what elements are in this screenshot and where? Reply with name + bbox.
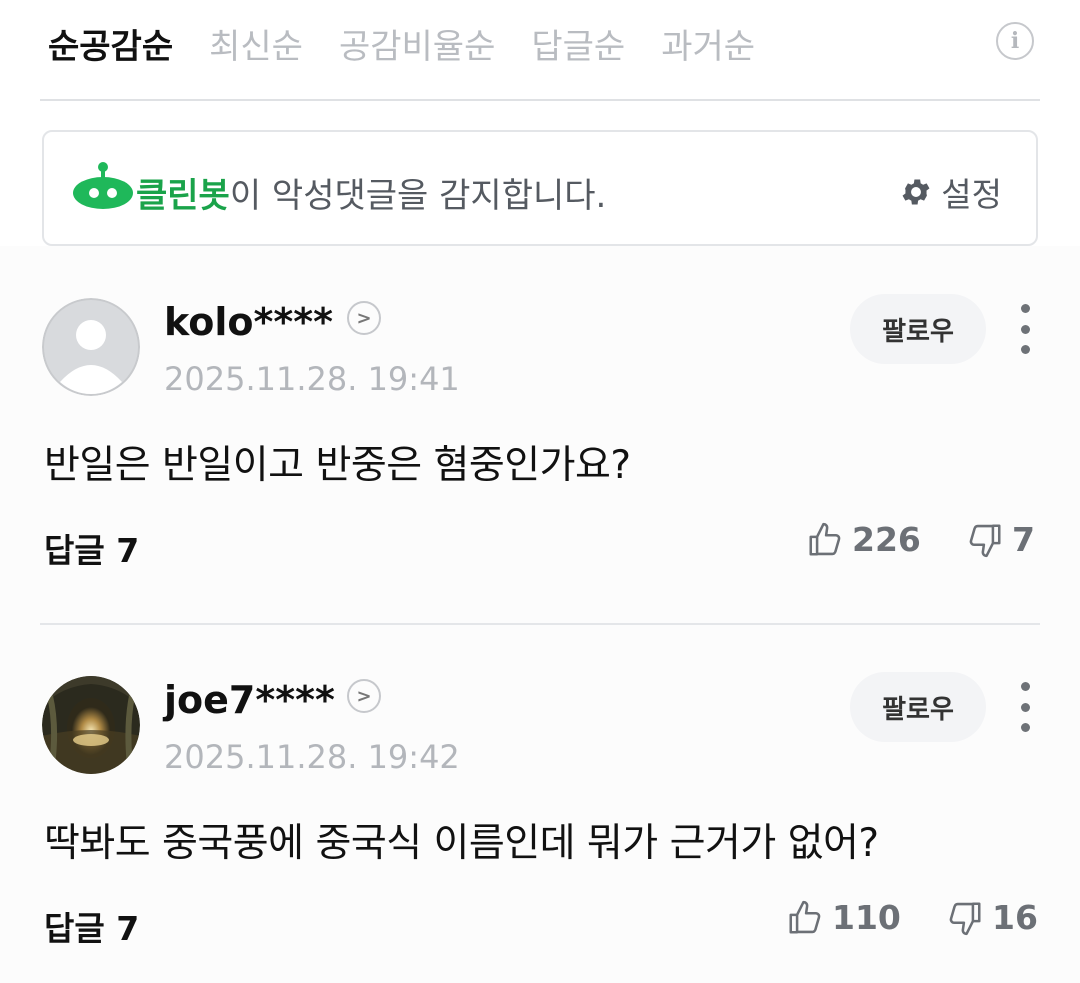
like-count: 110	[832, 898, 901, 937]
tab-latest[interactable]: 최신순	[209, 19, 303, 68]
comment-timestamp: 2025.11.28. 19:41	[164, 360, 460, 398]
comment-list: kolo**** > 2025.11.28. 19:41 팔로우 반일은 반일이…	[0, 246, 1080, 983]
like-count: 226	[852, 520, 921, 559]
like-button[interactable]: 226	[806, 520, 921, 559]
cleanbot-message: 클린봇이 악성댓글을 감지합니다.	[136, 168, 606, 217]
dislike-button[interactable]: 7	[966, 520, 1035, 559]
thumbs-up-icon	[789, 900, 821, 934]
follow-button[interactable]: 팔로우	[850, 294, 986, 364]
thumbs-up-icon	[809, 522, 841, 556]
reply-button[interactable]: 답글 7	[44, 902, 139, 950]
more-options-icon[interactable]	[1010, 304, 1040, 354]
reply-button[interactable]: 답글 7	[44, 524, 139, 572]
dislike-count: 7	[1012, 520, 1035, 559]
thumbs-down-icon	[969, 523, 1001, 557]
more-options-icon[interactable]	[1010, 682, 1040, 732]
comment-text: 딱봐도 중국풍에 중국식 이름인데 뭐가 근거가 없어?	[44, 821, 879, 866]
like-button[interactable]: 110	[786, 898, 901, 937]
sort-tabs: 순공감순 최신순 공감비율순 답글순 과거순	[48, 18, 791, 68]
info-icon[interactable]: i	[996, 22, 1034, 60]
thumbs-down-icon	[949, 901, 981, 935]
chevron-right-icon[interactable]: >	[347, 679, 381, 713]
comment-section: 순공감순 최신순 공감비율순 답글순 과거순 i 클린봇이 악성댓글을 감지합니…	[0, 0, 1080, 983]
cleanbot-settings-button[interactable]: 설정	[899, 168, 1002, 216]
comment-username[interactable]: joe7****	[164, 678, 335, 722]
follow-button[interactable]: 팔로우	[850, 672, 986, 742]
default-avatar-icon[interactable]	[42, 298, 140, 396]
divider	[40, 623, 1040, 625]
tab-most-replies[interactable]: 답글순	[531, 19, 625, 68]
landscape-photo-avatar[interactable]	[42, 676, 140, 774]
comment-timestamp: 2025.11.28. 19:42	[164, 738, 460, 776]
dislike-button[interactable]: 16	[946, 898, 1038, 937]
tab-most-liked[interactable]: 순공감순	[48, 19, 173, 68]
tab-like-ratio[interactable]: 공감비율순	[339, 19, 495, 68]
cleanbot-banner: 클린봇이 악성댓글을 감지합니다. 설정	[42, 130, 1038, 246]
comment-text: 반일은 반일이고 반중은 혐중인가요?	[44, 443, 631, 488]
settings-label: 설정	[941, 175, 1002, 214]
chevron-right-icon[interactable]: >	[347, 301, 381, 335]
tab-oldest[interactable]: 과거순	[661, 19, 755, 68]
gear-icon	[902, 179, 930, 205]
divider	[40, 99, 1040, 101]
dislike-count: 16	[992, 898, 1038, 937]
cleanbot-description: 이 악성댓글을 감지합니다.	[229, 176, 607, 216]
cleanbot-brand: 클린봇	[136, 176, 230, 216]
cleanbot-robot-icon	[73, 162, 133, 209]
comment-username[interactable]: kolo****	[164, 300, 333, 344]
